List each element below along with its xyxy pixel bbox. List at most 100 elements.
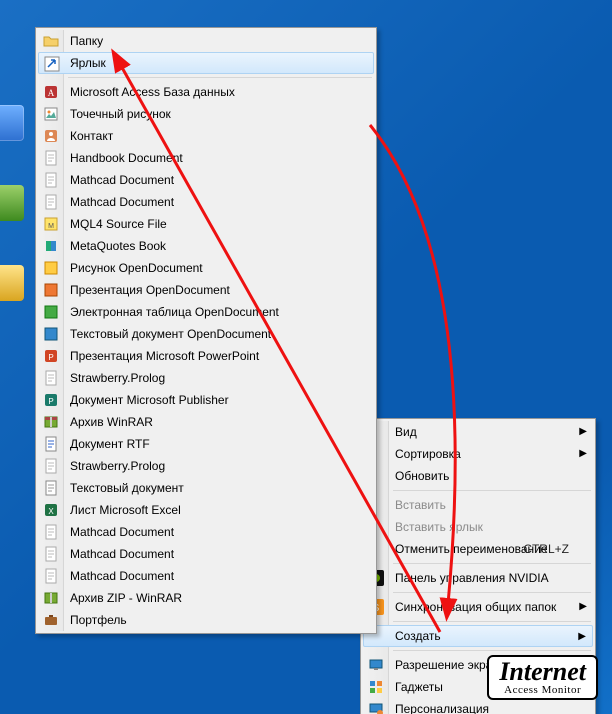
- menu-item-label: Вставить: [395, 498, 446, 512]
- app-icon: [0, 265, 24, 301]
- desktop-icon[interactable]: [0, 185, 34, 223]
- menu-item-label: Персонализация: [395, 702, 489, 714]
- menu-item-панель-управления-nvidia[interactable]: Панель управления NVIDIA: [363, 567, 593, 589]
- menu-item-label: Mathcad Document: [70, 173, 174, 187]
- menu-item-strawberry-prolog[interactable]: Strawberry.Prolog: [38, 367, 374, 389]
- menu-item-strawberry-prolog[interactable]: Strawberry.Prolog: [38, 455, 374, 477]
- menu-item-label: Создать: [395, 629, 441, 643]
- desktop-icon[interactable]: [0, 105, 34, 143]
- doc-icon: [43, 172, 59, 188]
- odg-icon: [43, 260, 59, 276]
- personalize-icon: [368, 701, 384, 714]
- menu-item-mathcad-document[interactable]: Mathcad Document: [38, 169, 374, 191]
- menu-item-mathcad-document[interactable]: Mathcad Document: [38, 521, 374, 543]
- doc-icon: [43, 370, 59, 386]
- menu-item-label: Портфель: [70, 613, 127, 627]
- submenu-arrow-icon: ▶: [578, 626, 586, 648]
- doc-icon: [43, 524, 59, 540]
- submenu-arrow-icon: ▶: [579, 443, 587, 465]
- menu-item-презентация-opendocument[interactable]: Презентация OpenDocument: [38, 279, 374, 301]
- menu-item-архив-winrar[interactable]: Архив WinRAR: [38, 411, 374, 433]
- rar-icon: [43, 414, 59, 430]
- menu-item-label: Лист Microsoft Excel: [70, 503, 181, 517]
- menu-item-ярлык[interactable]: Ярлык: [38, 52, 374, 74]
- menu-item-label: Microsoft Access База данных: [70, 85, 235, 99]
- menu-item-точечный-рисунок[interactable]: Точечный рисунок: [38, 103, 374, 125]
- zip-icon: [43, 590, 59, 606]
- svg-text:X: X: [48, 507, 54, 516]
- menu-item-лист-microsoft-excel[interactable]: X Лист Microsoft Excel: [38, 499, 374, 521]
- menu-item-сортировка[interactable]: Сортировка▶: [363, 443, 593, 465]
- folder-icon: [43, 33, 59, 49]
- menu-item-контакт[interactable]: Контакт: [38, 125, 374, 147]
- mql4-icon: M: [43, 216, 59, 232]
- menu-item-label: Обновить: [395, 469, 449, 483]
- menu-separator: [393, 563, 591, 564]
- menu-item-синхронизация-общих-папок[interactable]: SСинхронизация общих папок▶: [363, 596, 593, 618]
- svg-text:P: P: [48, 353, 53, 362]
- menu-item-вид[interactable]: Вид▶: [363, 421, 593, 443]
- create-new-submenu[interactable]: Папку Ярлык A Microsoft Access База данных Т…: [35, 27, 377, 634]
- briefcase-icon: [43, 612, 59, 628]
- odt-icon: [43, 326, 59, 342]
- menu-item-архив-zip-winrar[interactable]: Архив ZIP - WinRAR: [38, 587, 374, 609]
- menu-item-label: Вид: [395, 425, 417, 439]
- menu-item-label: Презентация Microsoft PowerPoint: [70, 349, 259, 363]
- menu-item-label: Текстовый документ OpenDocument: [70, 327, 271, 341]
- menu-item-label: Ярлык: [70, 56, 106, 70]
- desktop-icon[interactable]: [0, 265, 34, 303]
- menu-item-label: MQL4 Source File: [70, 217, 167, 231]
- app-icon: [0, 185, 24, 221]
- menu-item-рисунок-opendocument[interactable]: Рисунок OpenDocument: [38, 257, 374, 279]
- svg-text:P: P: [48, 397, 53, 406]
- menu-item-label: Mathcad Document: [70, 569, 174, 583]
- menu-item-создать[interactable]: Создать ▶: [363, 625, 593, 647]
- menu-item-mathcad-document[interactable]: Mathcad Document: [38, 565, 374, 587]
- menu-item-папку[interactable]: Папку: [38, 30, 374, 52]
- app-icon: [0, 105, 24, 141]
- menu-item-label: Панель управления NVIDIA: [395, 571, 549, 585]
- menu-item-label: Handbook Document: [70, 151, 183, 165]
- menu-item-электронная-таблица-opendocument[interactable]: Электронная таблица OpenDocument: [38, 301, 374, 323]
- menu-item-текстовый-документ-opendocument[interactable]: Текстовый документ OpenDocument: [38, 323, 374, 345]
- menu-item-вставить-ярлык: Вставить ярлык: [363, 516, 593, 538]
- menu-item-вставить: Вставить: [363, 494, 593, 516]
- menu-item-label: Mathcad Document: [70, 195, 174, 209]
- menu-item-отменить-переименование[interactable]: Отменить переименованиеCTRL+Z: [363, 538, 593, 560]
- display-icon: [368, 657, 384, 673]
- menu-item-metaquotes-book[interactable]: MetaQuotes Book: [38, 235, 374, 257]
- menu-item-персонализация[interactable]: Персонализация: [363, 698, 593, 714]
- doc-icon: [43, 194, 59, 210]
- xls-icon: X: [43, 502, 59, 518]
- svg-text:A: A: [48, 88, 55, 98]
- menu-item-mathcad-document[interactable]: Mathcad Document: [38, 543, 374, 565]
- doc-icon: [43, 458, 59, 474]
- watermark-logo: Internet Access Monitor: [487, 655, 598, 700]
- menu-item-handbook-document[interactable]: Handbook Document: [38, 147, 374, 169]
- menu-item-документ-rtf[interactable]: Документ RTF: [38, 433, 374, 455]
- menu-item-label: Гаджеты: [395, 680, 443, 694]
- menu-item-label: Электронная таблица OpenDocument: [70, 305, 279, 319]
- menu-item-обновить[interactable]: Обновить: [363, 465, 593, 487]
- menu-item-документ-microsoft-publisher[interactable]: PДокумент Microsoft Publisher: [38, 389, 374, 411]
- doc-icon: [43, 150, 59, 166]
- gadgets-icon: [368, 679, 384, 695]
- menu-item-label: Архив ZIP - WinRAR: [70, 591, 182, 605]
- logo-line1: Internet: [499, 659, 586, 685]
- menu-item-текстовый-документ[interactable]: Текстовый документ: [38, 477, 374, 499]
- book-icon: [43, 238, 59, 254]
- menu-item-портфель[interactable]: Портфель: [38, 609, 374, 631]
- menu-separator: [393, 621, 591, 622]
- menu-separator: [68, 77, 372, 78]
- menu-item-mathcad-document[interactable]: Mathcad Document: [38, 191, 374, 213]
- menu-item-label: Документ RTF: [70, 437, 150, 451]
- odp-icon: [43, 282, 59, 298]
- menu-item-презентация-microsoft-powerpoint[interactable]: P Презентация Microsoft PowerPoint: [38, 345, 374, 367]
- menu-item-microsoft-access-база-данных[interactable]: A Microsoft Access База данных: [38, 81, 374, 103]
- ppt-icon: P: [43, 348, 59, 364]
- pub-icon: P: [43, 392, 59, 408]
- svg-text:M: M: [48, 223, 54, 230]
- menu-item-mql4-source-file[interactable]: M MQL4 Source File: [38, 213, 374, 235]
- logo-line2: Access Monitor: [499, 685, 586, 696]
- menu-item-label: Mathcad Document: [70, 525, 174, 539]
